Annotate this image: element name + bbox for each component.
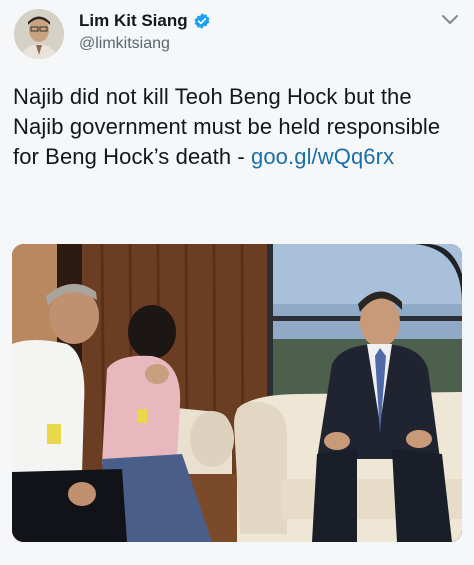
tweet-text: Najib did not kill Teoh Beng Hock but th… xyxy=(13,82,463,172)
tweet-link[interactable]: goo.gl/wQq6rx xyxy=(251,144,394,169)
chevron-down-icon[interactable] xyxy=(441,13,459,27)
avatar[interactable] xyxy=(14,9,64,59)
author-name[interactable]: Lim Kit Siang xyxy=(79,11,188,31)
verified-badge-icon xyxy=(193,12,211,30)
tweet-photo[interactable] xyxy=(12,244,462,542)
tweet-card: Lim Kit Siang @limkitsiang Najib did not… xyxy=(0,0,474,565)
author-row: Lim Kit Siang xyxy=(79,11,211,31)
author-handle[interactable]: @limkitsiang xyxy=(79,35,170,53)
